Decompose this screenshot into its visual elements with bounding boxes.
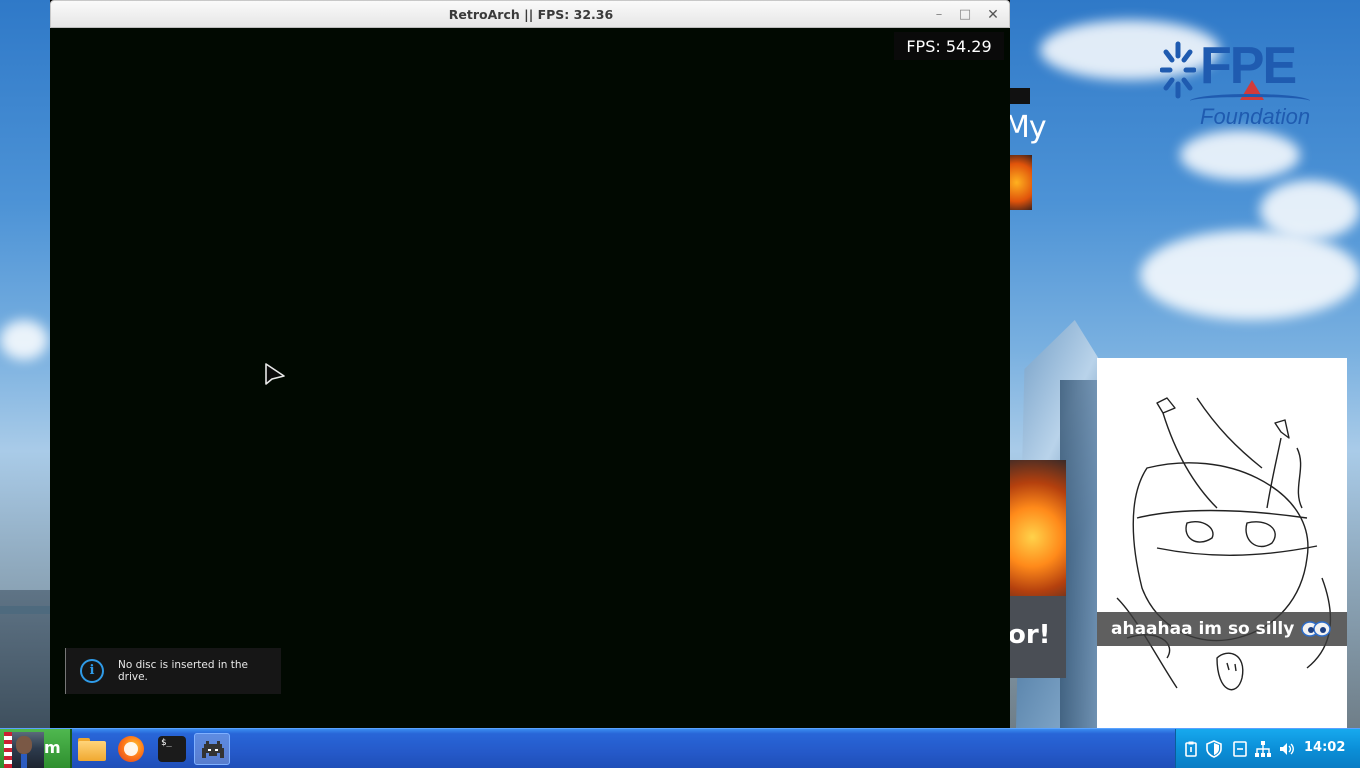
caption-text: ahaahaa im so silly — [1111, 619, 1295, 639]
maximize-button[interactable]: □ — [955, 5, 975, 25]
bridge-structure — [0, 606, 50, 614]
user-avatar — [4, 732, 44, 768]
notification-message: No disc is inserted in the drive. — [117, 659, 249, 683]
cloud — [1260, 180, 1360, 240]
flag-icon — [4, 732, 12, 768]
volume-icon[interactable] — [1278, 740, 1296, 758]
system-tray: 14:02 — [1175, 729, 1360, 768]
close-button[interactable]: ✕ — [983, 5, 1003, 25]
taskbar-terminal[interactable]: $_ — [154, 733, 188, 765]
mouse-cursor-icon — [265, 363, 285, 385]
taskbar-firefox[interactable] — [114, 733, 148, 765]
wallpaper-text-my: My — [1004, 110, 1047, 145]
cloud — [1140, 230, 1360, 320]
start-button[interactable]: m — [0, 729, 72, 768]
window-title: RetroArch || FPS: 32.36 — [448, 7, 614, 22]
cloud — [1180, 130, 1300, 180]
shield-icon[interactable] — [1205, 740, 1223, 758]
clipboard-icon[interactable] — [1182, 740, 1200, 758]
terminal-icon: $_ — [158, 736, 186, 762]
sunburst-icon — [1160, 41, 1196, 99]
info-icon: i — [80, 659, 104, 683]
taskbar-file-manager[interactable] — [74, 733, 108, 765]
taskbar-retroarch[interactable] — [194, 733, 230, 765]
logo-subtext: Foundation — [1200, 104, 1311, 129]
start-label: m — [44, 738, 61, 757]
wallpaper-fragment — [1010, 88, 1030, 104]
fps-counter: FPS: 54.29 — [894, 32, 1004, 60]
folder-icon — [78, 741, 106, 761]
space-invader-icon — [202, 741, 224, 758]
window-titlebar[interactable]: RetroArch || FPS: 32.36 – □ ✕ — [50, 0, 1010, 28]
tie-icon — [21, 754, 27, 768]
doodle-caption: ahaahaa im so silly — [1097, 612, 1347, 646]
emulator-viewport[interactable]: FPS: 54.29 i No disc is inserted in the … — [50, 28, 1010, 728]
crying-emoji-icon — [1301, 621, 1331, 637]
doodle-image — [1097, 358, 1347, 728]
fpe-foundation-logo: FPE Foundation — [1160, 36, 1330, 136]
fire-image — [1010, 460, 1066, 600]
notes-icon[interactable] — [1231, 740, 1249, 758]
taskbar-clock[interactable]: 14:02 — [1304, 740, 1345, 755]
skyscraper — [1060, 380, 1100, 728]
fire-image — [1010, 155, 1032, 210]
retroarch-window[interactable]: RetroArch || FPS: 32.36 – □ ✕ FPS: 54.29… — [50, 0, 1010, 728]
minimize-button[interactable]: – — [929, 5, 949, 25]
doodle-drawing — [1116, 397, 1332, 691]
network-icon[interactable] — [1254, 740, 1272, 758]
cloud — [0, 320, 48, 360]
no-disc-notification: i No disc is inserted in the drive. — [65, 648, 281, 694]
face-icon — [16, 736, 32, 754]
firefox-icon-inner — [124, 742, 138, 756]
wallpaper-text-or: or! — [1008, 620, 1051, 650]
taskbar: m $_ 14:02 — [0, 728, 1360, 768]
